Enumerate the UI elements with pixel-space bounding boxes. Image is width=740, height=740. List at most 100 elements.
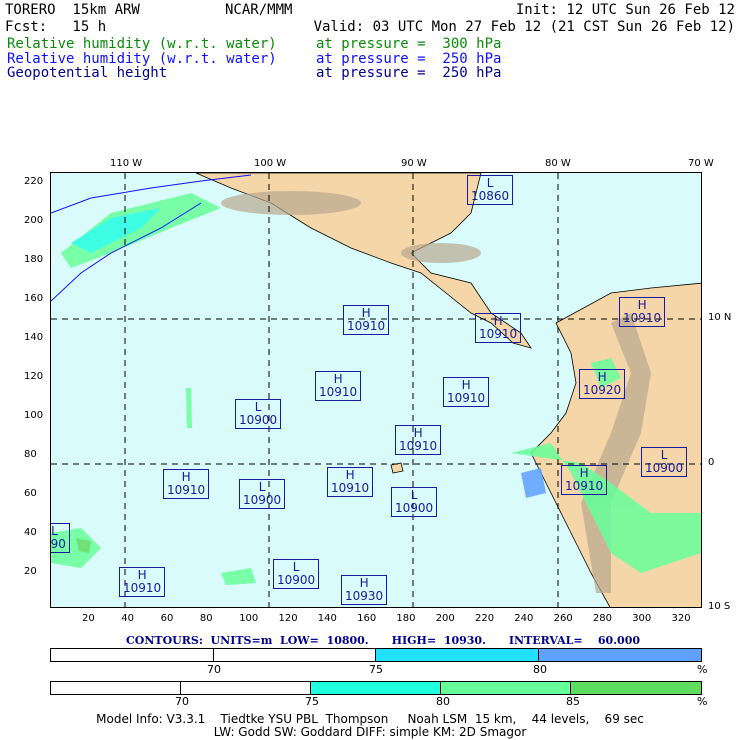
map-panel: L 10860 H 10910 H 10910 H 10910 H 10910 H 10910 H 109… xyxy=(50,172,702,608)
y-tick-label: 220 xyxy=(24,176,44,187)
field-2-level: at pressure = 250 hPa xyxy=(316,51,502,67)
center-value: 10910 xyxy=(623,311,662,325)
model-title: TORERO 15km ARW xyxy=(5,2,140,18)
model-info-line-1: Model Info: V3.3.1 Tiedtke YSU PBL Thomp… xyxy=(96,712,644,726)
x-tick-label: 140 xyxy=(317,613,337,624)
pressure-center-box: H 10910 xyxy=(119,567,166,597)
center-value: 10910 xyxy=(565,479,604,493)
lon-label: 110 W xyxy=(110,158,143,169)
pressure-center-box: H 10920 xyxy=(579,369,626,399)
center-value: 10900 xyxy=(395,501,434,515)
y-tick-label: 40 xyxy=(24,527,37,538)
legend-2-label: 80 xyxy=(436,695,450,708)
legend-2-label: % xyxy=(697,695,708,708)
legend-2-label: 85 xyxy=(566,695,580,708)
x-tick-label: 240 xyxy=(514,613,534,624)
pressure-center-box: H 10910 xyxy=(395,425,442,455)
y-tick-label: 180 xyxy=(24,254,44,265)
weather-map-figure: TORERO 15km ARW NCAR/MMM Init: 12 UTC Su… xyxy=(0,0,740,740)
pressure-center-box: H 10910 xyxy=(343,305,390,335)
legend-swatch xyxy=(571,682,701,694)
legend-1-label: % xyxy=(697,663,708,676)
field-3-level: at pressure = 250 hPa xyxy=(316,65,502,81)
legend-swatch xyxy=(213,649,376,661)
pressure-center-box: L 10900 xyxy=(273,559,320,589)
lon-label: 80 W xyxy=(545,158,571,169)
legend-swatch xyxy=(441,682,571,694)
x-tick-label: 280 xyxy=(592,613,612,624)
pressure-center-box: H 10910 xyxy=(619,297,666,327)
lon-label: 100 W xyxy=(254,158,287,169)
x-tick-label: 180 xyxy=(396,613,416,624)
x-tick-label: 20 xyxy=(82,613,95,624)
x-tick-label: 160 xyxy=(357,613,377,624)
x-tick-label: 320 xyxy=(671,613,691,624)
center-value: 10910 xyxy=(447,391,486,405)
model-info-line-2: LW: Godd SW: Goddard DIFF: simple KM: 2D… xyxy=(213,725,527,739)
legend-swatch xyxy=(311,682,441,694)
legend-bar-rh-250 xyxy=(50,648,702,662)
y-tick-label: 140 xyxy=(24,332,44,343)
x-tick-label: 120 xyxy=(278,613,298,624)
center-value: 10930 xyxy=(345,589,384,603)
x-tick-label: 80 xyxy=(199,613,213,624)
y-tick-label: 100 xyxy=(24,410,44,421)
lat-label: 10 S xyxy=(708,601,731,612)
pressure-center-box: H 10910 xyxy=(315,371,362,401)
legend-bar-rh-300 xyxy=(50,681,702,695)
pressure-center-box: H 10910 xyxy=(443,377,490,407)
x-tick-label: 200 xyxy=(435,613,455,624)
legend-2-label: 70 xyxy=(175,695,189,708)
lat-label: 0 xyxy=(708,457,715,468)
x-tick-label: 220 xyxy=(475,613,495,624)
center-value: 10910 xyxy=(479,327,518,341)
y-tick-label: 20 xyxy=(24,566,37,577)
pressure-center-box: L 10900 xyxy=(239,479,286,509)
lat-label: 10 N xyxy=(708,312,732,323)
pressure-center-box: H 10910 xyxy=(163,469,210,499)
lon-label: 70 W xyxy=(688,158,714,169)
legend-swatch xyxy=(538,649,701,661)
center-value: 10900 xyxy=(239,413,278,427)
legend-swatch xyxy=(51,649,214,661)
pressure-center-box: L 10900 xyxy=(235,399,282,429)
pressure-center-box: L 10860 xyxy=(467,175,514,205)
pressure-center-box: H 10930 xyxy=(341,575,388,605)
center-value: 10910 xyxy=(123,581,162,595)
forecast-hour: Fcst: 15 h xyxy=(5,19,107,35)
center-value: 10860 xyxy=(471,189,510,203)
x-tick-label: 40 xyxy=(121,613,135,624)
center-value: 10910 xyxy=(347,319,386,333)
y-tick-label: 60 xyxy=(24,488,37,499)
legend-1-label: 75 xyxy=(369,663,383,676)
y-tick-label: 80 xyxy=(24,449,37,460)
contour-info: CONTOURS: UNITS=m LOW= 10800. HIGH= 1093… xyxy=(126,634,640,647)
y-tick-label: 160 xyxy=(24,293,44,304)
x-tick-label: 300 xyxy=(632,613,652,624)
center-value: 10920 xyxy=(583,383,622,397)
legend-swatch xyxy=(376,649,539,661)
legend-2-label: 75 xyxy=(305,695,319,708)
center-value: 10910 xyxy=(399,439,438,453)
y-tick-label: 200 xyxy=(24,215,44,226)
field-1-level: at pressure = 300 hPa xyxy=(316,36,502,52)
center-value: 10910 xyxy=(331,481,370,495)
center-value: 10910 xyxy=(319,385,358,399)
legend-swatch xyxy=(181,682,311,694)
lon-label: 90 W xyxy=(401,158,427,169)
legend-swatch xyxy=(51,682,181,694)
organization: NCAR/MMM xyxy=(225,2,293,18)
x-tick-label: 100 xyxy=(239,613,259,624)
pressure-center-box: H 10910 xyxy=(561,465,608,495)
valid-time: Valid: 03 UTC Mon 27 Feb 12 (21 CST Sun … xyxy=(313,19,735,35)
legend-1-label: 80 xyxy=(533,663,547,676)
field-1-name: Relative humidity (w.r.t. water) xyxy=(7,36,277,52)
center-value: 10900 xyxy=(645,461,684,475)
legend-1-label: 70 xyxy=(207,663,221,676)
pressure-center-box: H 10910 xyxy=(475,313,522,343)
center-value: 10900 xyxy=(277,573,316,587)
pressure-center-box: L 10900 xyxy=(641,447,688,477)
field-2-name: Relative humidity (w.r.t. water) xyxy=(7,51,277,67)
init-time: Init: 12 UTC Sun 26 Feb 12 xyxy=(515,2,735,18)
field-3-name: Geopotential height xyxy=(7,65,168,81)
